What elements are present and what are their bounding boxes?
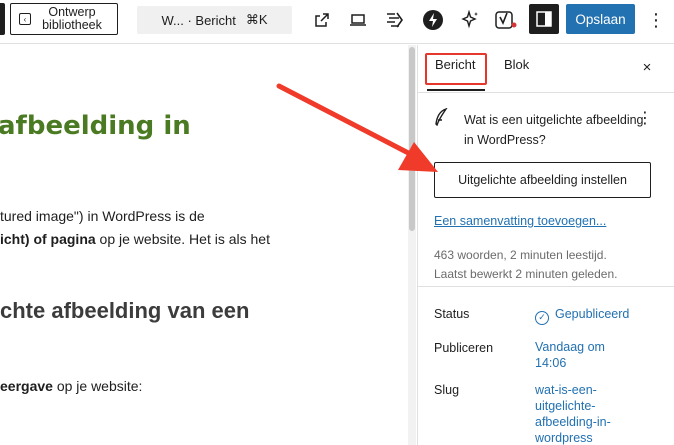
slug-value-button[interactable]: wat-is-een-uitgelichte-afbeelding-in-wor… (535, 382, 635, 445)
post-heading[interactable]: afbeelding in (0, 111, 191, 141)
bolt-circle-icon (423, 10, 443, 30)
view-post-button[interactable] (308, 6, 336, 34)
close-sidebar-button[interactable]: × (637, 57, 657, 77)
save-button[interactable]: Opslaan (566, 4, 635, 34)
options-menu-button[interactable]: ⋮ (646, 6, 666, 34)
bold-text: icht) of pagina (0, 231, 96, 247)
pattern-icon: ‹ (19, 13, 31, 25)
sidebar-panel-icon (536, 11, 552, 27)
performance-plugin-button[interactable] (381, 6, 409, 34)
paragraph-line[interactable]: eergave op je website: (0, 378, 142, 394)
speed-icon (387, 12, 403, 28)
feather-icon (435, 108, 448, 126)
external-link-icon (315, 13, 329, 27)
active-tab-indicator (427, 89, 485, 91)
publish-label: Publiceren (434, 341, 494, 355)
status-label: Status (434, 307, 470, 321)
last-edited: Laatst bewerkt 2 minuten geleden. (434, 267, 618, 281)
canvas-scroll-thumb[interactable] (409, 47, 415, 231)
set-featured-image-button[interactable]: Uitgelichte afbeelding instellen (434, 162, 651, 198)
document-title: W... · Bericht (161, 12, 236, 28)
slug-label: Slug (434, 383, 460, 397)
ai-assistant-button[interactable] (456, 6, 484, 34)
section-heading[interactable]: chte afbeelding van een (0, 298, 249, 324)
editor-canvas[interactable]: afbeelding in tured image") in WordPress… (0, 45, 410, 445)
status-value[interactable]: ✓ Gepubliceerd (535, 306, 655, 325)
post-title: Wat is een uitgelichte afbeelding in Wor… (464, 113, 644, 147)
word-count: 463 woorden, 2 minuten leestijd. (434, 248, 607, 262)
sparkles-icon (461, 10, 478, 29)
paragraph-text: op je website. Het is als het (95, 231, 270, 247)
pattern-library-button[interactable]: ‹ Ontwerp bibliotheek (10, 3, 118, 35)
bold-text: eergave (0, 378, 53, 394)
laptop-icon (350, 14, 366, 26)
status-text: Gepubliceerd (555, 307, 630, 321)
tab-post[interactable]: Bericht (435, 57, 475, 72)
section-divider (418, 286, 674, 287)
paragraph-line[interactable]: icht) of pagina op je website. Het is al… (0, 231, 270, 247)
post-actions-button[interactable]: ⋮ (637, 108, 653, 130)
jetpack-button[interactable] (419, 6, 447, 34)
settings-toggle-button[interactable] (529, 4, 559, 34)
yoast-icon (495, 11, 517, 29)
yoast-seo-button[interactable] (492, 6, 520, 34)
publish-date-button[interactable]: Vandaag om 14:06 (535, 339, 615, 371)
add-excerpt-link[interactable]: Een samenvatting toevoegen... (434, 214, 606, 228)
settings-sidebar: Bericht Blok × Wat is een uitgelichte af… (417, 45, 674, 445)
editor-top-toolbar: ‹ Ontwerp bibliotheek W... · Bericht ⌘K … (0, 0, 674, 44)
paragraph-line[interactable]: tured image") in WordPress is de (0, 208, 205, 224)
preview-button[interactable] (344, 6, 372, 34)
sidebar-tabs: Bericht Blok × (418, 45, 674, 93)
paragraph-text: op je website: (52, 378, 143, 394)
document-bar[interactable]: W... · Bericht ⌘K (137, 6, 292, 34)
tab-block[interactable]: Blok (504, 57, 529, 72)
check-circle-icon: ✓ (535, 311, 549, 325)
command-shortcut: ⌘K (245, 12, 268, 27)
site-icon-button[interactable] (0, 3, 5, 35)
pattern-library-label: Ontwerp bibliotheek (42, 5, 102, 32)
